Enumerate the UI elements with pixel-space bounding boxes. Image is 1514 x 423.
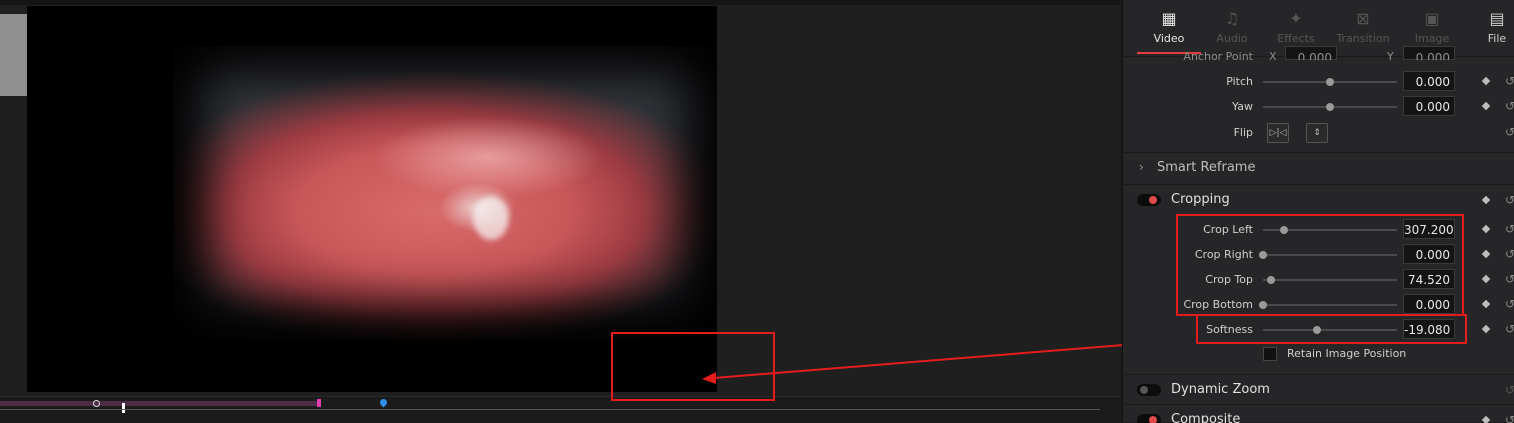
flip-horizontal-button[interactable]: ▷|◁ bbox=[1267, 123, 1289, 143]
pitch-label: Pitch bbox=[1226, 75, 1253, 88]
reset-icon[interactable]: ↺ bbox=[1505, 297, 1514, 311]
smart-reframe-section[interactable]: › Smart Reframe bbox=[1123, 152, 1514, 183]
anchor-x-value[interactable]: 0.000 bbox=[1285, 46, 1337, 60]
tab-label: File bbox=[1487, 32, 1507, 45]
composite-title: Composite bbox=[1171, 412, 1241, 423]
keyframe-diamond-icon[interactable] bbox=[1481, 101, 1491, 111]
annotation-box-crop-params bbox=[1176, 214, 1464, 316]
reset-icon[interactable]: ↺ bbox=[1505, 193, 1514, 207]
yaw-label: Yaw bbox=[1232, 100, 1253, 113]
reset-icon[interactable]: ↺ bbox=[1505, 125, 1514, 139]
keyframe-diamond-icon[interactable] bbox=[1481, 324, 1491, 334]
tab-label: Image bbox=[1414, 32, 1450, 45]
tab-image[interactable]: ▣ Image bbox=[1402, 9, 1462, 46]
chevron-right-icon: › bbox=[1139, 160, 1144, 174]
pitch-value[interactable]: 0.000 bbox=[1403, 71, 1455, 91]
reset-icon[interactable]: ↺ bbox=[1505, 383, 1514, 397]
keyframe-diamond-icon[interactable] bbox=[1481, 299, 1491, 309]
annotation-box-softness bbox=[1196, 314, 1467, 344]
file-icon: ▤ bbox=[1489, 9, 1505, 28]
reset-icon[interactable]: ↺ bbox=[1505, 99, 1514, 113]
music-note-icon: ♫ bbox=[1224, 9, 1240, 28]
retain-image-position-row: Retain Image Position bbox=[1123, 342, 1514, 366]
flip-vertical-button[interactable]: ⇕ bbox=[1306, 123, 1328, 143]
flip-row: Flip ▷|◁ ⇕ ↺ bbox=[1123, 121, 1514, 145]
tab-video[interactable]: ▦ Video bbox=[1139, 9, 1199, 46]
keyframe-diamond-icon[interactable] bbox=[1481, 76, 1491, 86]
magic-wand-icon: ✦ bbox=[1289, 9, 1303, 28]
yaw-slider[interactable] bbox=[1263, 103, 1397, 111]
cropping-title: Cropping bbox=[1171, 192, 1230, 207]
tab-file[interactable]: ▤ File bbox=[1467, 9, 1514, 46]
composite-section-header[interactable]: Composite ↺ bbox=[1123, 404, 1514, 423]
yaw-value[interactable]: 0.000 bbox=[1403, 96, 1455, 116]
toggle-dot bbox=[1149, 196, 1157, 204]
keyframe-diamond-icon[interactable] bbox=[1481, 249, 1491, 259]
flip-label: Flip bbox=[1233, 126, 1253, 139]
anchor-y-value[interactable]: 0.000 bbox=[1403, 46, 1455, 60]
dynamic-zoom-section-header[interactable]: Dynamic Zoom ↺ bbox=[1123, 374, 1514, 405]
dynamic-zoom-enable-toggle[interactable] bbox=[1137, 384, 1161, 396]
transition-icon: ⊠ bbox=[1356, 9, 1370, 28]
anchor-point-label: Anchor Point bbox=[1183, 50, 1253, 60]
tab-label: Transition bbox=[1336, 32, 1390, 45]
keyframe-diamond-icon[interactable] bbox=[1481, 274, 1491, 284]
reset-icon[interactable]: ↺ bbox=[1505, 222, 1514, 236]
reset-icon[interactable]: ↺ bbox=[1505, 322, 1514, 336]
tab-effects[interactable]: ✦ Effects bbox=[1266, 9, 1326, 46]
reset-icon[interactable]: ↺ bbox=[1505, 74, 1514, 88]
keyframe-diamond-icon[interactable] bbox=[1481, 224, 1491, 234]
pitch-row: Pitch 0.000 ↺ bbox=[1123, 70, 1514, 94]
film-icon: ▦ bbox=[1161, 9, 1177, 28]
pitch-slider[interactable] bbox=[1263, 78, 1397, 86]
tab-label: Video bbox=[1153, 32, 1185, 45]
cropping-enable-toggle[interactable] bbox=[1137, 194, 1161, 206]
anchor-x-label: X bbox=[1269, 50, 1277, 60]
yaw-slider-knob[interactable] bbox=[1326, 103, 1334, 111]
smart-reframe-title: Smart Reframe bbox=[1157, 160, 1256, 175]
tab-transition[interactable]: ⊠ Transition bbox=[1333, 9, 1393, 46]
retain-image-position-checkbox[interactable] bbox=[1263, 347, 1277, 361]
pitch-slider-knob[interactable] bbox=[1326, 78, 1334, 86]
anchor-y-label: Y bbox=[1387, 50, 1394, 60]
tab-label: Effects bbox=[1277, 32, 1315, 45]
inspector-panel: ▦ Video ♫ Audio ✦ Effects ⊠ Transition ▣… bbox=[1122, 0, 1514, 423]
keyframe-diamond-icon[interactable] bbox=[1481, 195, 1491, 205]
yaw-row: Yaw 0.000 ↺ bbox=[1123, 95, 1514, 119]
toggle-dot bbox=[1140, 386, 1148, 394]
cropping-section-header[interactable]: Cropping ↺ bbox=[1123, 184, 1514, 215]
reset-icon[interactable]: ↺ bbox=[1505, 272, 1514, 286]
reset-icon[interactable]: ↺ bbox=[1505, 247, 1514, 261]
retain-image-position-label: Retain Image Position bbox=[1287, 347, 1407, 360]
image-icon: ▣ bbox=[1424, 9, 1440, 28]
dynamic-zoom-title: Dynamic Zoom bbox=[1171, 382, 1270, 397]
tab-label: Audio bbox=[1216, 32, 1248, 45]
tab-audio[interactable]: ♫ Audio bbox=[1202, 9, 1262, 46]
anchor-point-row: Anchor Point X 0.000 Y 0.000 bbox=[1123, 46, 1514, 60]
